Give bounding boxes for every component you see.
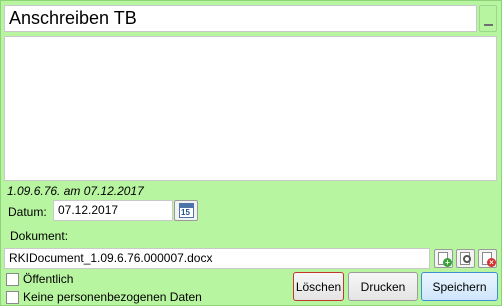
no-personal-data-row: Keine personenbezogenen Daten [6, 290, 202, 304]
minimize-button[interactable] [479, 5, 497, 32]
view-document-button[interactable] [456, 249, 475, 268]
no-personal-data-label: Keine personenbezogenen Daten [23, 290, 202, 304]
date-input[interactable]: 07.12.2017 [53, 200, 173, 221]
calendar-icon: 15 [179, 203, 194, 218]
date-label: Datum: [8, 205, 47, 219]
public-checkbox[interactable] [6, 272, 19, 286]
save-button[interactable]: Speichern [421, 272, 498, 301]
document-label: Dokument: [10, 229, 69, 243]
document-field[interactable]: RKIDocument_1.09.6.76.000007.docx [4, 248, 430, 269]
minimize-icon [484, 24, 493, 26]
no-personal-data-checkbox[interactable] [6, 290, 19, 304]
calendar-day: 15 [181, 208, 190, 217]
version-info: 1.09.6.76. am 07.12.2017 [7, 184, 144, 198]
calendar-button[interactable]: 15 [174, 200, 198, 221]
add-document-button[interactable]: + [434, 249, 453, 268]
delete-document-button[interactable]: × [478, 249, 497, 268]
public-label: Öffentlich [23, 272, 74, 286]
print-button[interactable]: Drucken [348, 272, 418, 301]
document-panel: Anschreiben TB 1.09.6.76. am 07.12.2017 … [0, 0, 502, 306]
content-textarea[interactable] [4, 36, 497, 181]
public-checkbox-row: Öffentlich [6, 272, 73, 286]
delete-button[interactable]: Löschen [293, 272, 344, 301]
title-input[interactable]: Anschreiben TB [4, 5, 477, 32]
